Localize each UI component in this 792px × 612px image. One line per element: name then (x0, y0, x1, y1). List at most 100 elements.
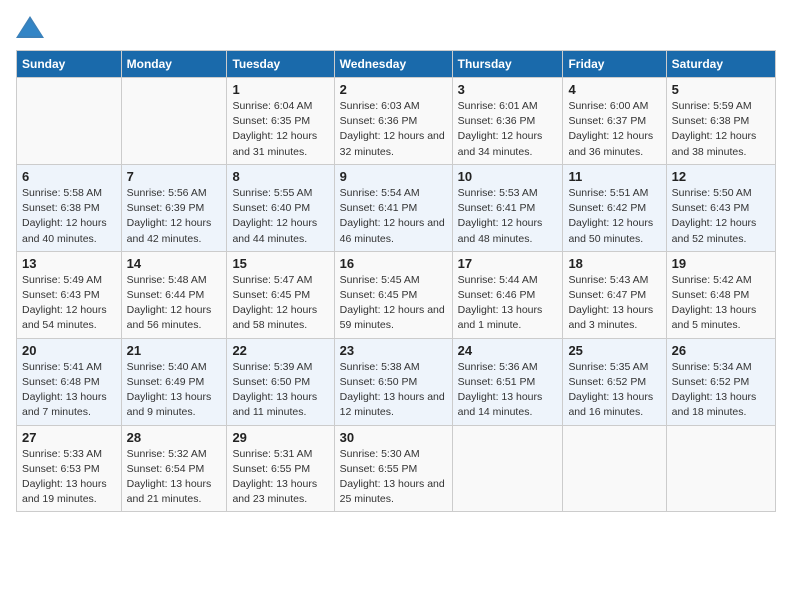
calendar-cell: 10 Sunrise: 5:53 AM Sunset: 6:41 PM Dayli… (452, 164, 563, 251)
day-number: 13 (22, 256, 116, 271)
day-number: 28 (127, 430, 222, 445)
day-detail: Sunrise: 5:45 AM Sunset: 6:45 PM Dayligh… (340, 273, 447, 334)
calendar-cell: 3 Sunrise: 6:01 AM Sunset: 6:36 PM Daylig… (452, 78, 563, 165)
day-detail: Sunrise: 5:33 AM Sunset: 6:53 PM Dayligh… (22, 447, 116, 508)
day-detail: Sunrise: 5:59 AM Sunset: 6:38 PM Dayligh… (672, 99, 770, 160)
day-number: 15 (232, 256, 328, 271)
col-header-thursday: Thursday (452, 51, 563, 78)
calendar-cell: 2 Sunrise: 6:03 AM Sunset: 6:36 PM Daylig… (334, 78, 452, 165)
day-number: 12 (672, 169, 770, 184)
day-number: 10 (458, 169, 558, 184)
calendar-cell: 23 Sunrise: 5:38 AM Sunset: 6:50 PM Dayli… (334, 338, 452, 425)
day-detail: Sunrise: 6:03 AM Sunset: 6:36 PM Dayligh… (340, 99, 447, 160)
calendar-cell: 18Sunrise: 5:43 AM Sunset: 6:47 PM Dayli… (563, 251, 666, 338)
day-detail: Sunrise: 5:51 AM Sunset: 6:42 PM Dayligh… (568, 186, 660, 247)
calendar-cell: 1 Sunrise: 6:04 AM Sunset: 6:35 PM Daylig… (227, 78, 334, 165)
calendar-cell: 21 Sunrise: 5:40 AM Sunset: 6:49 PM Dayli… (121, 338, 227, 425)
col-header-tuesday: Tuesday (227, 51, 334, 78)
day-number: 19 (672, 256, 770, 271)
calendar-cell: 9 Sunrise: 5:54 AM Sunset: 6:41 PM Daylig… (334, 164, 452, 251)
day-detail: Sunrise: 5:44 AM Sunset: 6:46 PM Dayligh… (458, 273, 558, 334)
day-number: 24 (458, 343, 558, 358)
col-header-friday: Friday (563, 51, 666, 78)
day-detail: Sunrise: 5:53 AM Sunset: 6:41 PM Dayligh… (458, 186, 558, 247)
calendar-cell: 17 Sunrise: 5:44 AM Sunset: 6:46 PM Dayli… (452, 251, 563, 338)
calendar-cell: 4 Sunrise: 6:00 AM Sunset: 6:37 PM Daylig… (563, 78, 666, 165)
calendar-cell: 19 Sunrise: 5:42 AM Sunset: 6:48 PM Dayli… (666, 251, 775, 338)
day-detail: Sunrise: 5:56 AM Sunset: 6:39 PM Dayligh… (127, 186, 222, 247)
day-detail: Sunrise: 5:31 AM Sunset: 6:55 PM Dayligh… (232, 447, 328, 508)
day-number: 27 (22, 430, 116, 445)
day-detail: Sunrise: 5:32 AM Sunset: 6:54 PM Dayligh… (127, 447, 222, 508)
day-detail: Sunrise: 5:41 AM Sunset: 6:48 PM Dayligh… (22, 360, 116, 421)
calendar-cell (666, 425, 775, 512)
calendar-week-row: 13 Sunrise: 5:49 AM Sunset: 6:43 PM Dayli… (17, 251, 776, 338)
calendar-cell: 11 Sunrise: 5:51 AM Sunset: 6:42 PM Dayli… (563, 164, 666, 251)
day-detail: Sunrise: 5:55 AM Sunset: 6:40 PM Dayligh… (232, 186, 328, 247)
calendar-cell (452, 425, 563, 512)
calendar-cell: 5 Sunrise: 5:59 AM Sunset: 6:38 PM Daylig… (666, 78, 775, 165)
calendar-cell: 13 Sunrise: 5:49 AM Sunset: 6:43 PM Dayli… (17, 251, 122, 338)
day-detail: Sunrise: 5:43 AM Sunset: 6:47 PM Dayligh… (568, 273, 660, 334)
calendar-week-row: 27 Sunrise: 5:33 AM Sunset: 6:53 PM Dayli… (17, 425, 776, 512)
calendar-cell: 16 Sunrise: 5:45 AM Sunset: 6:45 PM Dayli… (334, 251, 452, 338)
day-detail: Sunrise: 5:54 AM Sunset: 6:41 PM Dayligh… (340, 186, 447, 247)
col-header-monday: Monday (121, 51, 227, 78)
day-detail: Sunrise: 6:01 AM Sunset: 6:36 PM Dayligh… (458, 99, 558, 160)
day-number: 1 (232, 82, 328, 97)
day-number: 30 (340, 430, 447, 445)
day-number: 26 (672, 343, 770, 358)
day-detail: Sunrise: 6:00 AM Sunset: 6:37 PM Dayligh… (568, 99, 660, 160)
col-header-sunday: Sunday (17, 51, 122, 78)
day-detail: Sunrise: 5:50 AM Sunset: 6:43 PM Dayligh… (672, 186, 770, 247)
day-number: 2 (340, 82, 447, 97)
day-number: 20 (22, 343, 116, 358)
day-number: 6 (22, 169, 116, 184)
day-number: 16 (340, 256, 447, 271)
day-detail: Sunrise: 5:58 AM Sunset: 6:38 PM Dayligh… (22, 186, 116, 247)
day-detail: Sunrise: 5:40 AM Sunset: 6:49 PM Dayligh… (127, 360, 222, 421)
page-header (16, 16, 776, 38)
calendar-cell: 14 Sunrise: 5:48 AM Sunset: 6:44 PM Dayli… (121, 251, 227, 338)
day-number: 4 (568, 82, 660, 97)
day-detail: Sunrise: 6:04 AM Sunset: 6:35 PM Dayligh… (232, 99, 328, 160)
calendar-cell: 26 Sunrise: 5:34 AM Sunset: 6:52 PM Dayli… (666, 338, 775, 425)
day-number: 25 (568, 343, 660, 358)
logo (16, 16, 48, 38)
day-number: 29 (232, 430, 328, 445)
calendar-cell: 25 Sunrise: 5:35 AM Sunset: 6:52 PM Dayli… (563, 338, 666, 425)
col-header-wednesday: Wednesday (334, 51, 452, 78)
day-detail: Sunrise: 5:34 AM Sunset: 6:52 PM Dayligh… (672, 360, 770, 421)
logo-icon (16, 16, 44, 38)
day-number: 11 (568, 169, 660, 184)
day-detail: Sunrise: 5:35 AM Sunset: 6:52 PM Dayligh… (568, 360, 660, 421)
day-number: 17 (458, 256, 558, 271)
day-detail: Sunrise: 5:48 AM Sunset: 6:44 PM Dayligh… (127, 273, 222, 334)
day-number: 9 (340, 169, 447, 184)
day-detail: Sunrise: 5:49 AM Sunset: 6:43 PM Dayligh… (22, 273, 116, 334)
calendar-cell: 12 Sunrise: 5:50 AM Sunset: 6:43 PM Dayli… (666, 164, 775, 251)
calendar-cell: 22 Sunrise: 5:39 AM Sunset: 6:50 PM Dayli… (227, 338, 334, 425)
day-detail: Sunrise: 5:39 AM Sunset: 6:50 PM Dayligh… (232, 360, 328, 421)
calendar-cell: 24 Sunrise: 5:36 AM Sunset: 6:51 PM Dayli… (452, 338, 563, 425)
calendar-table: SundayMondayTuesdayWednesdayThursdayFrid… (16, 50, 776, 512)
calendar-cell: 30 Sunrise: 5:30 AM Sunset: 6:55 PM Dayli… (334, 425, 452, 512)
day-number: 14 (127, 256, 222, 271)
calendar-cell: 29 Sunrise: 5:31 AM Sunset: 6:55 PM Dayli… (227, 425, 334, 512)
calendar-cell: 20 Sunrise: 5:41 AM Sunset: 6:48 PM Dayli… (17, 338, 122, 425)
calendar-cell: 7Sunrise: 5:56 AM Sunset: 6:39 PM Daylig… (121, 164, 227, 251)
calendar-cell: 15Sunrise: 5:47 AM Sunset: 6:45 PM Dayli… (227, 251, 334, 338)
calendar-week-row: 1 Sunrise: 6:04 AM Sunset: 6:35 PM Daylig… (17, 78, 776, 165)
day-number: 23 (340, 343, 447, 358)
day-detail: Sunrise: 5:36 AM Sunset: 6:51 PM Dayligh… (458, 360, 558, 421)
calendar-cell: 6 Sunrise: 5:58 AM Sunset: 6:38 PM Daylig… (17, 164, 122, 251)
calendar-week-row: 6 Sunrise: 5:58 AM Sunset: 6:38 PM Daylig… (17, 164, 776, 251)
day-detail: Sunrise: 5:30 AM Sunset: 6:55 PM Dayligh… (340, 447, 447, 508)
day-number: 21 (127, 343, 222, 358)
day-detail: Sunrise: 5:42 AM Sunset: 6:48 PM Dayligh… (672, 273, 770, 334)
day-number: 22 (232, 343, 328, 358)
calendar-cell (17, 78, 122, 165)
day-detail: Sunrise: 5:38 AM Sunset: 6:50 PM Dayligh… (340, 360, 447, 421)
day-number: 5 (672, 82, 770, 97)
day-number: 3 (458, 82, 558, 97)
